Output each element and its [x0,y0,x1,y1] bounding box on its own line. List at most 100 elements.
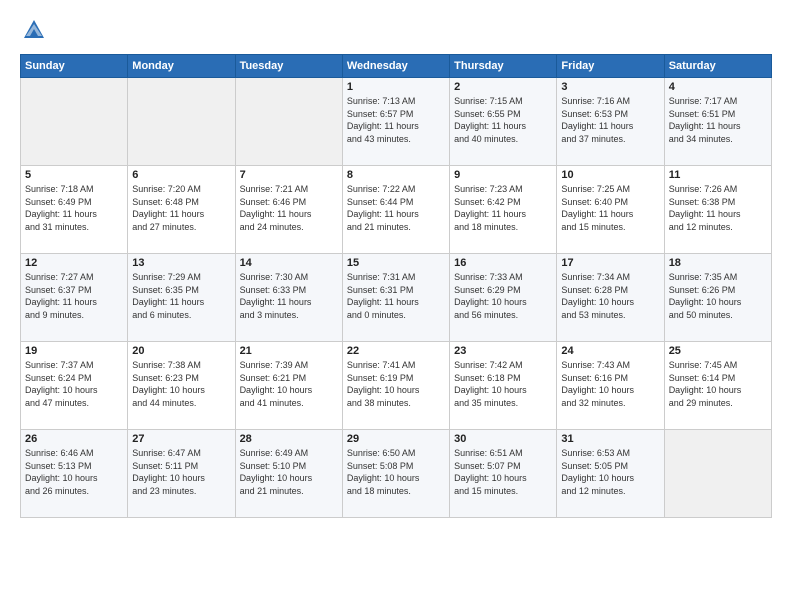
calendar-cell: 3 Sunrise: 7:16 AM Sunset: 6:53 PM Daylig… [557,78,664,166]
calendar-header-sunday: Sunday [21,55,128,78]
calendar-cell: 7Sunrise: 7:21 AM Sunset: 6:46 PM Daylig… [235,166,342,254]
day-number: 14 [240,257,338,269]
day-number: 27 [132,433,230,445]
calendar-cell: 10 Sunrise: 7:25 AM Sunset: 6:40 PM Dayli… [557,166,664,254]
day-number: 25 [669,345,767,357]
calendar-week-row: 1Sunrise: 7:13 AM Sunset: 6:57 PM Daylig… [21,78,772,166]
day-number: 5 [25,169,123,181]
day-number: 4 [669,81,767,93]
calendar-cell: 31Sunrise: 6:53 AM Sunset: 5:05 PM Dayli… [557,430,664,518]
calendar-cell: 20Sunrise: 7:38 AM Sunset: 6:23 PM Dayli… [128,342,235,430]
calendar-header-saturday: Saturday [664,55,771,78]
calendar-cell: 29Sunrise: 6:50 AM Sunset: 5:08 PM Dayli… [342,430,449,518]
day-info: Sunrise: 7:37 AM Sunset: 6:24 PM Dayligh… [25,359,123,409]
calendar-cell: 21 Sunrise: 7:39 AM Sunset: 6:21 PM Dayli… [235,342,342,430]
logo-icon [20,16,48,44]
day-info: Sunrise: 7:22 AM Sunset: 6:44 PM Dayligh… [347,183,445,233]
day-number: 19 [25,345,123,357]
calendar-cell: 17 Sunrise: 7:34 AM Sunset: 6:28 PM Dayli… [557,254,664,342]
day-info: Sunrise: 7:35 AM Sunset: 6:26 PM Dayligh… [669,271,767,321]
calendar-week-row: 19 Sunrise: 7:37 AM Sunset: 6:24 PM Dayli… [21,342,772,430]
calendar-cell: 23 Sunrise: 7:42 AM Sunset: 6:18 PM Dayli… [450,342,557,430]
calendar-cell: 27 Sunrise: 6:47 AM Sunset: 5:11 PM Dayli… [128,430,235,518]
calendar-cell: 9 Sunrise: 7:23 AM Sunset: 6:42 PM Daylig… [450,166,557,254]
calendar-week-row: 5 Sunrise: 7:18 AM Sunset: 6:49 PM Daylig… [21,166,772,254]
day-number: 30 [454,433,552,445]
day-number: 28 [240,433,338,445]
calendar-cell: 4 Sunrise: 7:17 AM Sunset: 6:51 PM Daylig… [664,78,771,166]
day-info: Sunrise: 7:43 AM Sunset: 6:16 PM Dayligh… [561,359,659,409]
calendar-cell: 18 Sunrise: 7:35 AM Sunset: 6:26 PM Dayli… [664,254,771,342]
calendar-cell [235,78,342,166]
calendar-header-monday: Monday [128,55,235,78]
day-info: Sunrise: 7:29 AM Sunset: 6:35 PM Dayligh… [132,271,230,321]
day-info: Sunrise: 6:46 AM Sunset: 5:13 PM Dayligh… [25,447,123,497]
day-info: Sunrise: 7:31 AM Sunset: 6:31 PM Dayligh… [347,271,445,321]
calendar-cell: 2 Sunrise: 7:15 AM Sunset: 6:55 PM Daylig… [450,78,557,166]
day-number: 15 [347,257,445,269]
day-number: 9 [454,169,552,181]
day-info: Sunrise: 7:39 AM Sunset: 6:21 PM Dayligh… [240,359,338,409]
calendar-cell: 16 Sunrise: 7:33 AM Sunset: 6:29 PM Dayli… [450,254,557,342]
calendar-cell: 22 Sunrise: 7:41 AM Sunset: 6:19 PM Dayli… [342,342,449,430]
calendar-cell: 11Sunrise: 7:26 AM Sunset: 6:38 PM Dayli… [664,166,771,254]
calendar-cell: 1Sunrise: 7:13 AM Sunset: 6:57 PM Daylig… [342,78,449,166]
day-info: Sunrise: 7:25 AM Sunset: 6:40 PM Dayligh… [561,183,659,233]
day-info: Sunrise: 6:47 AM Sunset: 5:11 PM Dayligh… [132,447,230,497]
day-number: 13 [132,257,230,269]
day-number: 17 [561,257,659,269]
header [20,16,772,44]
calendar-cell [21,78,128,166]
calendar-cell: 5 Sunrise: 7:18 AM Sunset: 6:49 PM Daylig… [21,166,128,254]
day-number: 10 [561,169,659,181]
day-number: 23 [454,345,552,357]
day-number: 6 [132,169,230,181]
day-number: 2 [454,81,552,93]
day-info: Sunrise: 7:17 AM Sunset: 6:51 PM Dayligh… [669,95,767,145]
day-info: Sunrise: 7:27 AM Sunset: 6:37 PM Dayligh… [25,271,123,321]
calendar-cell: 24Sunrise: 7:43 AM Sunset: 6:16 PM Dayli… [557,342,664,430]
day-info: Sunrise: 6:51 AM Sunset: 5:07 PM Dayligh… [454,447,552,497]
day-info: Sunrise: 7:23 AM Sunset: 6:42 PM Dayligh… [454,183,552,233]
day-info: Sunrise: 7:18 AM Sunset: 6:49 PM Dayligh… [25,183,123,233]
calendar-header-thursday: Thursday [450,55,557,78]
calendar-cell: 14 Sunrise: 7:30 AM Sunset: 6:33 PM Dayli… [235,254,342,342]
day-info: Sunrise: 7:20 AM Sunset: 6:48 PM Dayligh… [132,183,230,233]
logo [20,16,52,44]
page: SundayMondayTuesdayWednesdayThursdayFrid… [0,0,792,612]
day-number: 18 [669,257,767,269]
day-number: 31 [561,433,659,445]
day-info: Sunrise: 7:16 AM Sunset: 6:53 PM Dayligh… [561,95,659,145]
day-number: 8 [347,169,445,181]
day-number: 26 [25,433,123,445]
calendar-cell: 15 Sunrise: 7:31 AM Sunset: 6:31 PM Dayli… [342,254,449,342]
day-info: Sunrise: 6:49 AM Sunset: 5:10 PM Dayligh… [240,447,338,497]
day-info: Sunrise: 6:50 AM Sunset: 5:08 PM Dayligh… [347,447,445,497]
day-info: Sunrise: 7:15 AM Sunset: 6:55 PM Dayligh… [454,95,552,145]
calendar-cell: 26 Sunrise: 6:46 AM Sunset: 5:13 PM Dayli… [21,430,128,518]
day-number: 16 [454,257,552,269]
calendar-cell: 19 Sunrise: 7:37 AM Sunset: 6:24 PM Dayli… [21,342,128,430]
calendar-week-row: 26 Sunrise: 6:46 AM Sunset: 5:13 PM Dayli… [21,430,772,518]
day-number: 11 [669,169,767,181]
calendar-header-wednesday: Wednesday [342,55,449,78]
day-number: 1 [347,81,445,93]
calendar-cell: 25Sunrise: 7:45 AM Sunset: 6:14 PM Dayli… [664,342,771,430]
calendar-cell: 13 Sunrise: 7:29 AM Sunset: 6:35 PM Dayli… [128,254,235,342]
day-number: 21 [240,345,338,357]
day-info: Sunrise: 7:34 AM Sunset: 6:28 PM Dayligh… [561,271,659,321]
calendar-week-row: 12 Sunrise: 7:27 AM Sunset: 6:37 PM Dayli… [21,254,772,342]
calendar-cell [128,78,235,166]
calendar-cell: 28 Sunrise: 6:49 AM Sunset: 5:10 PM Dayli… [235,430,342,518]
day-number: 12 [25,257,123,269]
day-info: Sunrise: 7:33 AM Sunset: 6:29 PM Dayligh… [454,271,552,321]
day-info: Sunrise: 7:30 AM Sunset: 6:33 PM Dayligh… [240,271,338,321]
calendar-cell: 6 Sunrise: 7:20 AM Sunset: 6:48 PM Daylig… [128,166,235,254]
day-number: 22 [347,345,445,357]
day-info: Sunrise: 7:41 AM Sunset: 6:19 PM Dayligh… [347,359,445,409]
day-number: 3 [561,81,659,93]
calendar: SundayMondayTuesdayWednesdayThursdayFrid… [20,54,772,518]
calendar-cell: 12 Sunrise: 7:27 AM Sunset: 6:37 PM Dayli… [21,254,128,342]
day-info: Sunrise: 7:42 AM Sunset: 6:18 PM Dayligh… [454,359,552,409]
day-number: 20 [132,345,230,357]
